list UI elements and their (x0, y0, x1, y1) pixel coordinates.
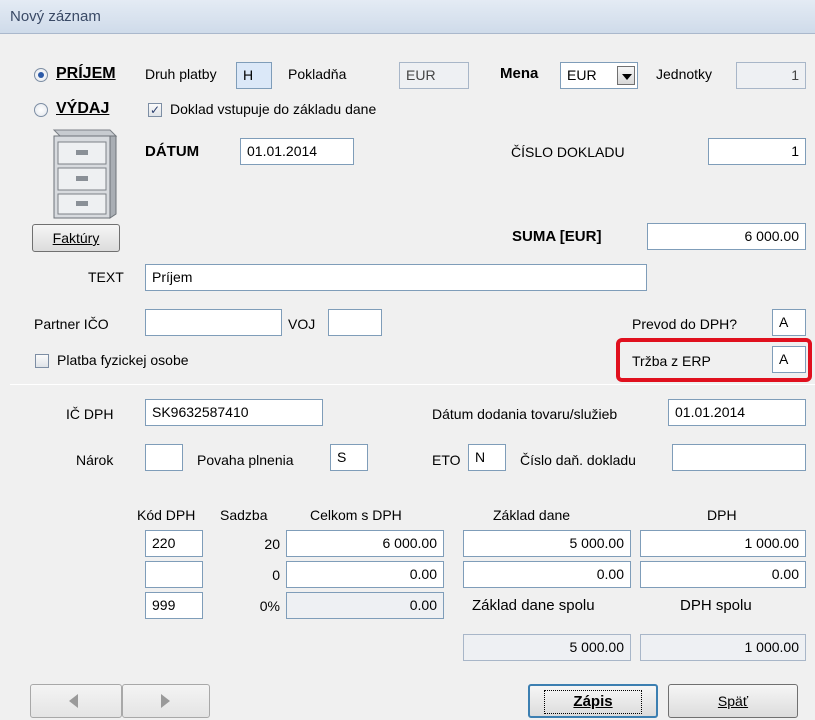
vydaj-label: VÝDAJ (56, 100, 110, 117)
table-row-1-zaklad[interactable]: 5 000.00 (463, 530, 631, 557)
druh-platby-label: Druh platby (145, 66, 217, 82)
prijem-radio[interactable] (34, 68, 48, 82)
chevron-down-icon[interactable] (617, 66, 635, 85)
povaha-field[interactable]: S (330, 444, 368, 471)
table-row-1-celkom[interactable]: 6 000.00 (286, 530, 444, 557)
table-row-3-sadzba: 0% (259, 598, 280, 614)
window-title: Nový záznam (0, 0, 815, 34)
pokladna-field[interactable]: EUR (399, 62, 469, 89)
druh-platby-field[interactable]: H (236, 62, 272, 89)
doklad-checkbox-label: Doklad vstupuje do základu dane (170, 101, 377, 117)
section-separator (10, 384, 815, 385)
partner-ico-label: Partner IČO (34, 316, 109, 332)
suma-field[interactable]: 6 000.00 (647, 223, 806, 250)
arrow-right-icon (161, 694, 170, 708)
ic-dph-label: IČ DPH (66, 406, 114, 422)
voj-field[interactable] (328, 309, 382, 336)
prijem-label: PRÍJEM (56, 65, 116, 82)
datum-label: DÁTUM (145, 143, 200, 160)
vydaj-radio[interactable] (34, 103, 48, 117)
zaklad-spolu-label: Základ dane spolu (472, 597, 595, 614)
voj-label: VOJ (288, 316, 316, 332)
table-row-3-kod[interactable]: 999 (145, 592, 203, 619)
table-row-2-celkom[interactable]: 0.00 (286, 561, 444, 588)
platba-label: Platba fyzickej osobe (57, 352, 189, 368)
narok-label: Nárok (76, 452, 114, 468)
col-header-kod: Kód DPH (137, 507, 196, 523)
prevod-field[interactable]: A (772, 309, 806, 336)
mena-value: EUR (567, 67, 597, 83)
jednotky-field[interactable]: 1 (736, 62, 806, 89)
zaklad-spolu-field[interactable]: 5 000.00 (463, 634, 631, 661)
mena-label: Mena (500, 65, 539, 82)
pokladna-label: Pokladňa (288, 66, 347, 82)
jednotky-label: Jednotky (656, 66, 713, 82)
datum-dodania-field[interactable]: 01.01.2014 (668, 399, 806, 426)
narok-field[interactable] (145, 444, 183, 471)
table-row-2-kod[interactable] (145, 561, 203, 588)
platba-checkbox[interactable] (35, 354, 49, 368)
col-header-zaklad: Základ dane (493, 507, 571, 523)
datum-dodania-label: Dátum dodania tovaru/služieb (432, 406, 618, 422)
col-header-celkom: Celkom s DPH (310, 507, 402, 523)
datum-field[interactable]: 01.01.2014 (240, 138, 354, 165)
mena-select[interactable]: EUR (560, 62, 638, 89)
cislo-dan-field[interactable] (672, 444, 806, 471)
text-field[interactable]: Príjem (145, 264, 647, 291)
doklad-checkbox[interactable]: ✓ (148, 103, 162, 117)
table-row-1-dph[interactable]: 1 000.00 (640, 530, 806, 557)
dph-spolu-field[interactable]: 1 000.00 (640, 634, 806, 661)
table-row-3-celkom[interactable]: 0.00 (286, 592, 444, 619)
file-cabinet-icon (36, 126, 122, 222)
table-row-1-kod[interactable]: 220 (145, 530, 203, 557)
col-header-sadzba: Sadzba (220, 507, 268, 523)
arrow-left-icon (69, 694, 78, 708)
trzba-highlight (616, 338, 812, 382)
ic-dph-field[interactable]: SK9632587410 (145, 399, 323, 426)
table-row-1-sadzba: 20 (264, 536, 280, 552)
text-label: TEXT (88, 269, 124, 285)
prev-button[interactable] (30, 684, 122, 718)
eto-label: ETO (432, 452, 461, 468)
suma-label: SUMA [EUR] (512, 228, 602, 245)
col-header-dph: DPH (707, 507, 737, 523)
table-row-2-dph[interactable]: 0.00 (640, 561, 806, 588)
cislo-dokladu-field[interactable]: 1 (708, 138, 806, 165)
cislo-dokladu-label: ČÍSLO DOKLADU (511, 144, 625, 160)
table-row-2-sadzba: 0 (272, 567, 280, 583)
table-row-2-zaklad[interactable]: 0.00 (463, 561, 631, 588)
dph-spolu-label: DPH spolu (680, 597, 752, 614)
eto-field[interactable]: N (468, 444, 506, 471)
next-button[interactable] (122, 684, 210, 718)
spat-button[interactable]: Späť (668, 684, 798, 718)
faktury-button[interactable]: Faktúry (32, 224, 120, 252)
prevod-label: Prevod do DPH? (632, 316, 738, 332)
zapis-button[interactable]: Zápis (528, 684, 658, 718)
cislo-dan-label: Číslo daň. dokladu (520, 452, 636, 468)
povaha-label: Povaha plnenia (197, 452, 294, 468)
partner-ico-field[interactable] (145, 309, 282, 336)
